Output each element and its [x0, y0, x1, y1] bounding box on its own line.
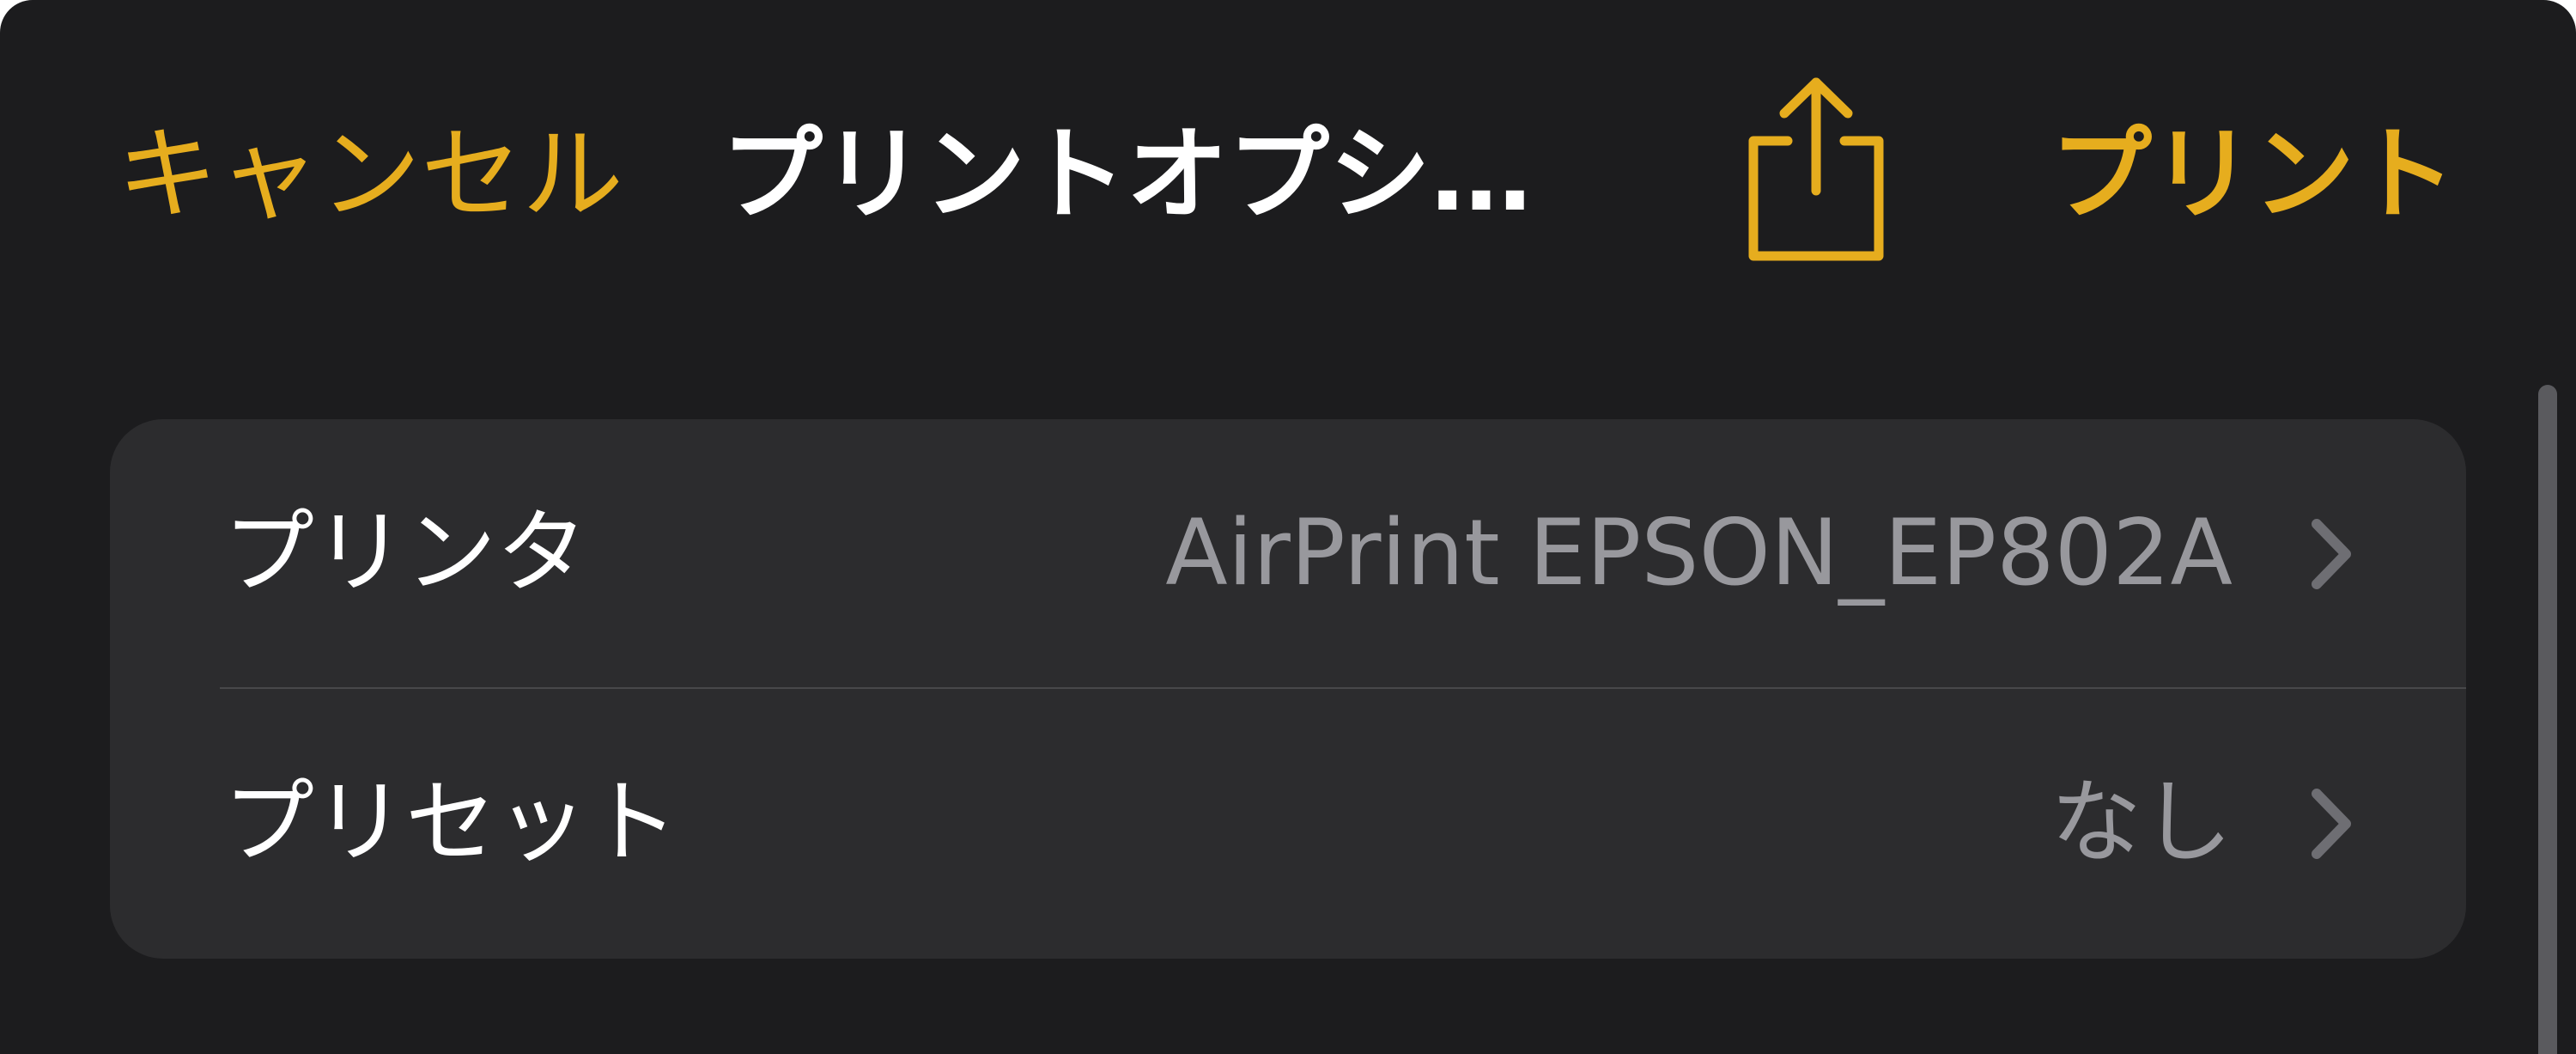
print-button[interactable]: プリント	[2050, 110, 2456, 239]
scrollbar[interactable]	[2538, 385, 2557, 1054]
printer-value: AirPrint EPSON_EP802A	[1165, 500, 2233, 606]
share-icon	[1748, 77, 1884, 261]
chevron-right-icon	[2305, 515, 2356, 593]
print-options-sheet: キャンセル プリントオプシ… プリント プリンタ AirPrint EPSON_…	[0, 0, 2576, 1054]
share-button[interactable]	[1735, 74, 1898, 263]
chevron-right-icon	[2305, 785, 2356, 862]
preset-value: なし	[2050, 770, 2233, 875]
printer-row[interactable]: プリンタ AirPrint EPSON_EP802A	[110, 419, 2466, 687]
preset-label: プリセット	[223, 770, 678, 875]
printer-label: プリンタ	[223, 500, 587, 606]
settings-group: プリンタ AirPrint EPSON_EP802A プリセット なし	[110, 419, 2466, 959]
preset-row[interactable]: プリセット なし	[110, 689, 2466, 957]
cancel-button[interactable]: キャンセル	[117, 110, 623, 239]
page-title: プリントオプシ…	[721, 115, 1533, 234]
